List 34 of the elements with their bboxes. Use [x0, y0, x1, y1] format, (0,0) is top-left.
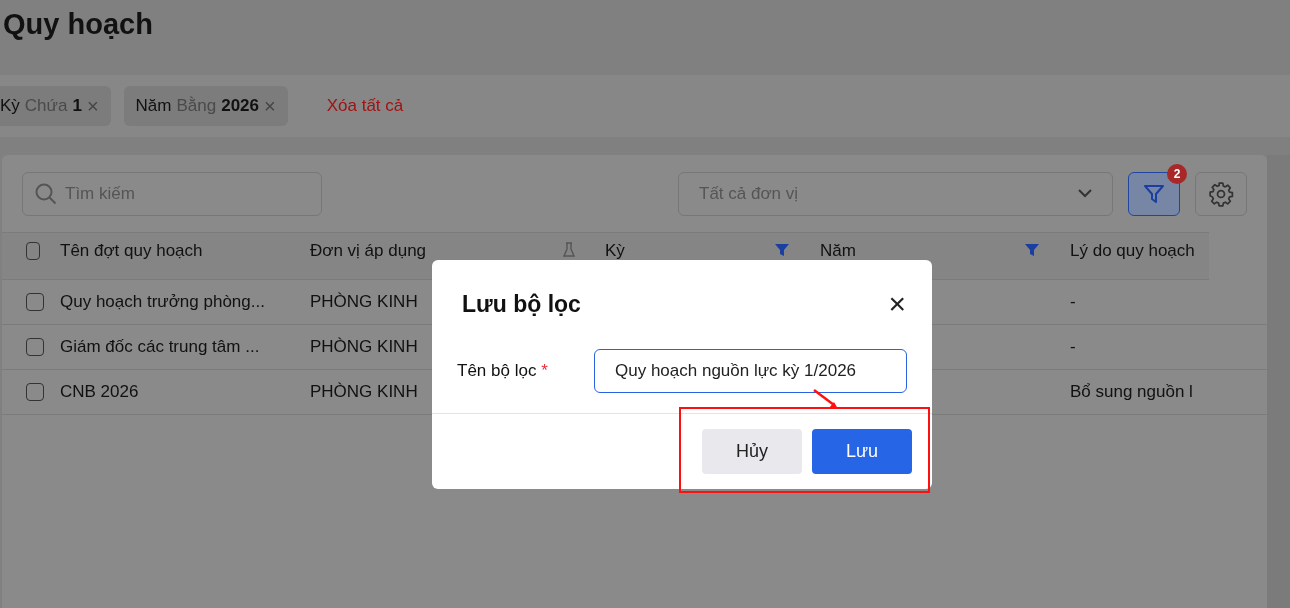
- search-icon: [35, 182, 57, 205]
- table-cell: Quy hoạch trưởng phòng...: [60, 292, 265, 312]
- column-header[interactable]: Năm: [820, 242, 856, 260]
- table-cell: PHÒNG KINH: [310, 292, 418, 312]
- table-cell: PHÒNG KINH: [310, 337, 418, 357]
- column-header[interactable]: Tên đợt quy hoạch: [60, 242, 203, 260]
- column-header[interactable]: Đơn vị áp dụng: [310, 242, 427, 260]
- field-label: Tên bộ lọc *: [457, 361, 549, 381]
- filter-icon[interactable]: [1024, 242, 1040, 258]
- row-checkbox[interactable]: [26, 338, 44, 356]
- table-cell: Giám đốc các trung tâm ...: [60, 337, 260, 357]
- select-all-checkbox[interactable]: [26, 242, 40, 260]
- row-checkbox[interactable]: [26, 383, 44, 401]
- chevron-down-icon: [1078, 189, 1092, 198]
- table-cell: CNB 2026: [60, 382, 139, 402]
- filter-icon: [1143, 182, 1165, 205]
- filter-name-input[interactable]: Quy hoạch nguồn lực kỳ 1/2026: [594, 349, 907, 393]
- settings-icon: [1208, 180, 1234, 207]
- table-cell: PHÒNG KINH: [310, 382, 418, 402]
- dialog-title: Lưu bộ lọc: [462, 290, 581, 318]
- filter-button[interactable]: [1128, 171, 1180, 216]
- table-cell: -: [1070, 337, 1076, 357]
- table-cell: -: [1070, 292, 1076, 312]
- filter-icon[interactable]: [774, 242, 790, 258]
- save-button[interactable]: Lưu: [812, 429, 912, 474]
- count-badge: 2: [1167, 163, 1187, 184]
- row-checkbox[interactable]: [26, 293, 44, 311]
- cancel-button[interactable]: Hủy: [702, 429, 802, 474]
- close-button[interactable]: ×: [888, 289, 906, 319]
- column-header[interactable]: Kỳ: [605, 242, 625, 260]
- table-cell: Bổ sung nguồn l: [1070, 382, 1193, 402]
- settings-button[interactable]: [1195, 171, 1247, 216]
- page-title: Quy hoạch: [2, 7, 154, 42]
- column-header[interactable]: Lý do quy hoạch: [1070, 242, 1195, 260]
